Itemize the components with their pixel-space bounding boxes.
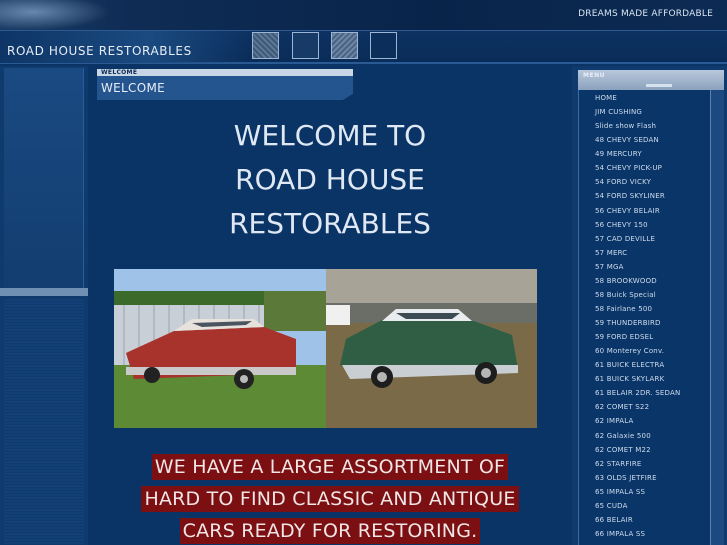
promo-line: WE HAVE A LARGE ASSORTMENT OF xyxy=(151,454,509,480)
menu-item[interactable]: 49 MERCURY xyxy=(595,147,680,161)
menu-list: HOME JIM CUSHING Slide show Flash 48 CHEVY … xyxy=(578,90,724,545)
heading-line: ROAD HOUSE xyxy=(235,163,425,196)
header-thumbnail-1 xyxy=(252,32,279,59)
header-thumbnail-2 xyxy=(292,32,319,59)
menu-item[interactable]: 62 COMET S22 xyxy=(595,400,680,414)
menu-item[interactable]: 54 FORD SKYLINER xyxy=(595,189,680,203)
page: DREAMS MADE AFFORDABLE ROAD HOUSE RESTOR… xyxy=(0,0,727,545)
menu-item[interactable]: 66 IMPALA SS xyxy=(595,527,680,541)
green-car-photo xyxy=(326,269,537,428)
promo-line: HARD TO FIND CLASSIC AND ANTIQUE xyxy=(141,486,519,512)
menu-item[interactable]: JIM CUSHING xyxy=(595,105,680,119)
menu-header: MENU xyxy=(578,70,724,90)
site-title: ROAD HOUSE RESTORABLES xyxy=(7,44,192,58)
menu-grip xyxy=(646,84,672,87)
menu-item[interactable]: Slide show Flash xyxy=(595,119,680,133)
menu-item[interactable]: 62 COMET M22 xyxy=(595,443,680,457)
menu-item[interactable]: 58 Buick Special xyxy=(595,288,680,302)
menu-header-label: MENU xyxy=(583,72,605,79)
menu-items: HOME JIM CUSHING Slide show Flash 48 CHEVY … xyxy=(595,91,680,541)
welcome-heading: WELCOME TO ROAD HOUSE RESTORABLES xyxy=(91,114,569,246)
menu-item[interactable]: 57 MGA xyxy=(595,260,680,274)
promo-text: WE HAVE A LARGE ASSORTMENT OF HARD TO FI… xyxy=(91,454,569,545)
menu-item[interactable]: 62 IMPALA xyxy=(595,414,680,428)
heading-line: WELCOME TO xyxy=(233,119,427,152)
title-bar: ROAD HOUSE RESTORABLES xyxy=(0,30,727,64)
welcome-tab: WELCOME WELCOME xyxy=(97,69,353,100)
heading-line: RESTORABLES xyxy=(229,207,431,240)
menu-item[interactable]: 59 THUNDERBIRD xyxy=(595,316,680,330)
menu-item[interactable]: 56 CHEVY BELAIR xyxy=(595,204,680,218)
menu-item[interactable]: 57 MERC xyxy=(595,246,680,260)
menu-item[interactable]: 61 BUICK ELECTRA xyxy=(595,358,680,372)
menu-item[interactable]: 62 STARFIRE xyxy=(595,457,680,471)
menu-item[interactable]: HOME xyxy=(595,91,680,105)
left-panel-divider xyxy=(0,288,88,296)
menu-scrollbar[interactable] xyxy=(710,90,724,545)
car-photo-collage xyxy=(114,269,537,428)
left-panel-lower xyxy=(4,298,84,545)
promo-line: CARS READY FOR RESTORING. xyxy=(179,518,481,544)
menu-item[interactable]: 66 BELAIR xyxy=(595,513,680,527)
menu-item[interactable]: 58 Fairlane 500 xyxy=(595,302,680,316)
site-tagline: DREAMS MADE AFFORDABLE xyxy=(578,9,713,19)
top-banner: DREAMS MADE AFFORDABLE xyxy=(0,0,727,30)
menu-item[interactable]: 58 BROOKWOOD xyxy=(595,274,680,288)
menu-item[interactable]: 62 Galaxie 500 xyxy=(595,429,680,443)
welcome-tab-small-label: WELCOME xyxy=(101,69,138,76)
menu-item[interactable]: 56 CHEVY 150 xyxy=(595,218,680,232)
main-content: WELCOME WELCOME WELCOME TO ROAD HOUSE RE… xyxy=(91,66,569,545)
menu-item[interactable]: 63 OLDS JETFIRE xyxy=(595,471,680,485)
menu-item[interactable]: 54 CHEVY PICK-UP xyxy=(595,161,680,175)
welcome-tab-label: WELCOME xyxy=(101,81,165,95)
banner-glow xyxy=(0,0,110,30)
menu-item[interactable]: 60 Monterey Conv. xyxy=(595,344,680,358)
menu-item[interactable]: 54 FORD VICKY xyxy=(595,175,680,189)
menu-panel: MENU HOME JIM CUSHING Slide show Flash 48 C… xyxy=(572,66,727,545)
left-panel-upper xyxy=(4,68,84,288)
menu-item[interactable]: 61 BELAIR 2DR. SEDAN xyxy=(595,386,680,400)
menu-item[interactable]: 48 CHEVY SEDAN xyxy=(595,133,680,147)
red-car-photo xyxy=(114,269,326,428)
menu-item[interactable]: 59 FORD EDSEL xyxy=(595,330,680,344)
header-thumbnail-3 xyxy=(331,32,358,59)
menu-item[interactable]: 65 CUDA xyxy=(595,499,680,513)
left-panel xyxy=(0,66,88,545)
menu-item[interactable]: 57 CAD DEVILLE xyxy=(595,232,680,246)
header-thumbnail-4 xyxy=(370,32,397,59)
menu-item[interactable]: 61 BUICK SKYLARK xyxy=(595,372,680,386)
menu-item[interactable]: 65 IMPALA SS xyxy=(595,485,680,499)
